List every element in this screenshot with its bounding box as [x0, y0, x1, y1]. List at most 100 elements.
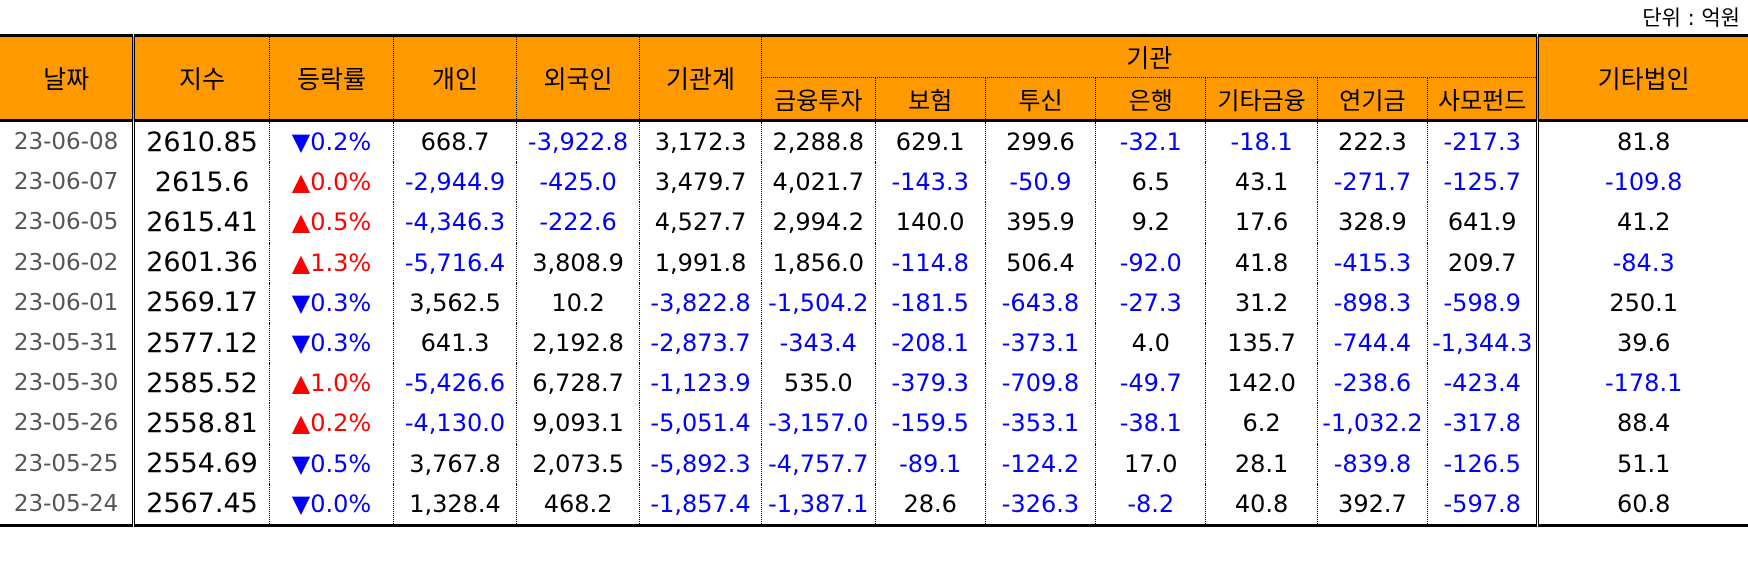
triangle-down-icon: ▼	[291, 489, 311, 518]
cell-other-financial: 6.2	[1205, 403, 1318, 444]
cell-other-financial: 40.8	[1205, 483, 1318, 526]
cell-bank: 9.2	[1095, 202, 1206, 243]
cell-investment-trust: -373.1	[984, 322, 1096, 364]
triangle-down-icon: ▼	[291, 128, 311, 157]
cell-pension: -238.6	[1316, 363, 1428, 404]
cell-pension: 328.9	[1316, 202, 1428, 243]
change-value: 0.0%	[310, 168, 372, 197]
cell-institution-total: 1,991.8	[639, 242, 762, 283]
cell-other-corp: 60.8	[1536, 483, 1748, 526]
cell-change: ▼0.5%	[268, 443, 394, 484]
cell-bank: -27.3	[1095, 282, 1206, 323]
cell-private-fund: -597.8	[1427, 483, 1538, 526]
cell-insurance: -208.1	[874, 322, 986, 364]
cell-other-corp: 51.1	[1536, 443, 1748, 484]
cell-investment-trust: -709.8	[984, 363, 1096, 404]
header-sub-private-fund: 사모펀드	[1427, 77, 1538, 121]
cell-institution-total: -5,892.3	[639, 443, 762, 484]
cell-bank: 4.0	[1095, 322, 1206, 364]
cell-individual: -2,944.9	[392, 162, 517, 203]
header-sub-bank: 은행	[1095, 77, 1206, 121]
header-other-corp: 기타법인	[1536, 35, 1748, 121]
cell-bank: -92.0	[1095, 242, 1206, 283]
table-row: 23-05-24 2567.45 ▼0.0% 1,328.4 468.2 -1,857.4…	[0, 483, 1748, 526]
change-value: 0.2%	[310, 409, 372, 438]
cell-foreign: 3,808.9	[516, 242, 640, 283]
table-row: 23-06-07 2615.6 ▲0.0% -2,944.9 -425.0 3,479.7…	[0, 162, 1748, 203]
cell-pension: -271.7	[1316, 162, 1428, 203]
cell-institution-total: -1,857.4	[639, 483, 762, 526]
cell-financial-investment: -1,387.1	[761, 483, 876, 526]
cell-pension: -1,032.2	[1316, 403, 1428, 444]
cell-change: ▼0.0%	[268, 483, 394, 526]
cell-foreign: -425.0	[516, 162, 640, 203]
cell-financial-investment: 1,856.0	[761, 242, 876, 283]
cell-bank: 17.0	[1095, 443, 1206, 484]
cell-other-corp: 88.4	[1536, 403, 1748, 444]
cell-private-fund: -126.5	[1427, 443, 1538, 484]
cell-institution-total: -2,873.7	[639, 322, 762, 364]
cell-insurance: -379.3	[874, 363, 986, 404]
cell-individual: -5,716.4	[392, 242, 517, 283]
change-value: 1.3%	[310, 248, 372, 277]
cell-private-fund: -217.3	[1427, 120, 1538, 163]
triangle-up-icon: ▲	[291, 208, 311, 237]
cell-change: ▲1.3%	[268, 242, 394, 283]
cell-individual: -5,426.6	[392, 363, 517, 404]
cell-insurance: 629.1	[874, 120, 986, 163]
cell-private-fund: -598.9	[1427, 282, 1538, 323]
cell-pension: 222.3	[1316, 120, 1428, 163]
cell-investment-trust: -353.1	[984, 403, 1096, 444]
triangle-up-icon: ▲	[291, 248, 311, 277]
cell-bank: -8.2	[1095, 483, 1206, 526]
cell-other-corp: 81.8	[1536, 120, 1748, 163]
cell-investment-trust: -124.2	[984, 443, 1096, 484]
cell-other-financial: 31.2	[1205, 282, 1318, 323]
cell-other-financial: 28.1	[1205, 443, 1318, 484]
cell-bank: -32.1	[1095, 120, 1206, 163]
cell-private-fund: -423.4	[1427, 363, 1538, 404]
triangle-down-icon: ▼	[291, 449, 311, 478]
investor-trading-table: 날짜 지수 등락률 개인 외국인 기관계 기관 기타법인 금융투자 보험 투신 …	[0, 34, 1748, 527]
cell-change: ▲1.0%	[268, 363, 394, 404]
cell-institution-total: 4,527.7	[639, 202, 762, 243]
header-institution-total: 기관계	[639, 35, 762, 121]
change-value: 0.3%	[310, 329, 372, 358]
cell-financial-investment: -1,504.2	[761, 282, 876, 323]
cell-other-corp: 250.1	[1536, 282, 1748, 323]
cell-investment-trust: -326.3	[984, 483, 1096, 526]
cell-change: ▲0.0%	[268, 162, 394, 203]
header-institution: 기관	[761, 35, 1538, 78]
cell-other-corp: -178.1	[1536, 363, 1748, 404]
cell-insurance: -159.5	[874, 403, 986, 444]
cell-individual: 3,562.5	[392, 282, 517, 323]
cell-private-fund: 209.7	[1427, 242, 1538, 283]
cell-date: 23-06-05	[13, 209, 119, 236]
table-body: 23-06-08 2610.85 ▼0.2% 668.7 -3,922.8 3,172.3…	[0, 120, 1748, 526]
cell-bank: -38.1	[1095, 403, 1206, 444]
header-individual: 개인	[392, 35, 517, 121]
cell-pension: -415.3	[1316, 242, 1428, 283]
cell-financial-investment: 535.0	[761, 363, 876, 404]
unit-label: 단위 : 억원	[1642, 6, 1740, 30]
cell-foreign: -222.6	[516, 202, 640, 243]
cell-insurance: -89.1	[874, 443, 986, 484]
cell-change: ▲0.2%	[268, 403, 394, 444]
cell-date: 23-05-31	[13, 330, 119, 357]
cell-individual: -4,346.3	[392, 202, 517, 243]
cell-private-fund: -125.7	[1427, 162, 1538, 203]
cell-index: 2577.12	[132, 322, 270, 364]
cell-financial-investment: 2,994.2	[761, 202, 876, 243]
change-value: 0.5%	[310, 208, 372, 237]
table-header: 날짜 지수 등락률 개인 외국인 기관계 기관 기타법인 금융투자 보험 투신 …	[0, 35, 1748, 121]
cell-financial-investment: -4,757.7	[761, 443, 876, 484]
triangle-down-icon: ▼	[291, 288, 311, 317]
cell-change: ▼0.3%	[268, 282, 394, 323]
cell-private-fund: -1,344.3	[1427, 322, 1538, 364]
cell-other-financial: -18.1	[1205, 120, 1318, 163]
change-value: 0.0%	[310, 489, 372, 518]
cell-institution-total: 3,479.7	[639, 162, 762, 203]
cell-date: 23-05-30	[13, 370, 119, 397]
header-sub-investment-trust: 투신	[984, 77, 1096, 121]
change-value: 1.0%	[310, 369, 372, 398]
